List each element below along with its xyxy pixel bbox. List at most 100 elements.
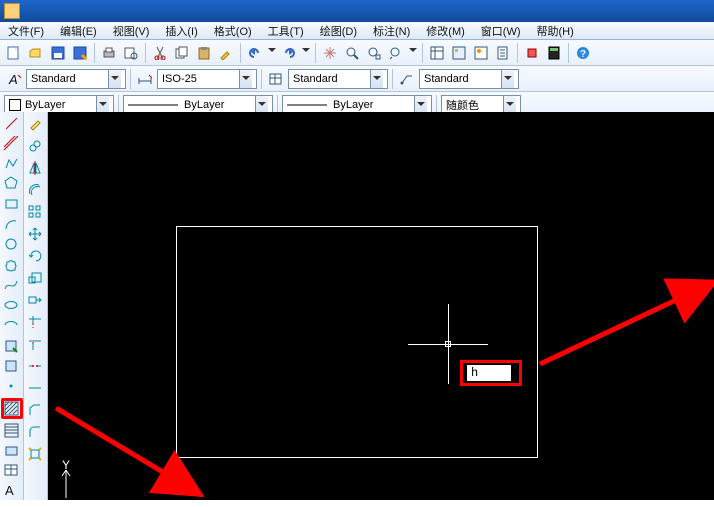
arc-tool[interactable] [2,215,22,233]
saveas-button[interactable] [70,43,90,63]
annotation-arrow-top [510,274,714,389]
makeblock-tool[interactable] [2,357,22,375]
designcenter-button[interactable] [449,43,469,63]
zoom-dropdown[interactable] [408,43,418,63]
print-button[interactable] [99,43,119,63]
chevron-down-icon [501,70,514,88]
dimstyle-dropdown[interactable]: ISO-25 [157,69,257,89]
trim-tool[interactable] [26,312,46,332]
toolpalette-button[interactable] [471,43,491,63]
menu-tools[interactable]: 工具(T) [260,23,312,39]
open-button[interactable] [26,43,46,63]
offset-tool[interactable] [26,180,46,200]
properties-button[interactable] [427,43,447,63]
copy-button[interactable] [172,43,192,63]
menu-window[interactable]: 窗口(W) [473,23,529,39]
dynamic-command-input[interactable] [467,365,511,381]
erase-tool[interactable] [26,114,46,134]
calculator-button[interactable] [544,43,564,63]
ellipse-tool[interactable] [2,297,22,315]
rectangle-tool[interactable] [2,195,22,213]
polyline-tool[interactable] [2,155,22,173]
drawn-rectangle [176,226,538,458]
copy-tool[interactable] [26,136,46,156]
paste-button[interactable] [194,43,214,63]
menu-draw[interactable]: 绘图(D) [312,23,365,39]
zoom-window-button[interactable] [364,43,384,63]
sheetset-button[interactable] [493,43,513,63]
menu-modify[interactable]: 修改(M) [418,23,473,39]
menu-edit[interactable]: 编辑(E) [52,23,105,39]
menu-bar[interactable]: 文件(F) 编辑(E) 视图(V) 插入(I) 格式(O) 工具(T) 绘图(D… [0,22,714,40]
cut-button[interactable] [150,43,170,63]
extend-tool[interactable] [26,334,46,354]
save-button[interactable] [48,43,68,63]
chevron-down-icon [108,70,121,88]
gradient-tool[interactable] [2,421,22,439]
mirror-tool[interactable] [26,158,46,178]
rotate-tool[interactable] [26,246,46,266]
mleaderstyle-dropdown[interactable]: Standard [419,69,519,89]
dimstyle-icon[interactable] [135,69,155,89]
polygon-tool[interactable] [2,175,22,193]
mtext-tool[interactable]: A [2,482,22,500]
ucs-icon [60,468,80,502]
print-preview-button[interactable] [121,43,141,63]
menu-insert[interactable]: 插入(I) [157,23,205,39]
plotstyle-value: 随颜色 [446,97,479,113]
svg-text:A: A [5,483,14,498]
undo-button[interactable] [245,43,265,63]
menu-view[interactable]: 视图(V) [105,23,158,39]
chevron-down-icon [370,70,383,88]
dimstyle-value: ISO-25 [162,73,197,85]
help-button[interactable]: ? [573,43,593,63]
menu-help[interactable]: 帮助(H) [529,23,582,39]
menu-file[interactable]: 文件(F) [0,23,52,39]
textstyle-dropdown[interactable]: Standard [26,69,126,89]
move-tool[interactable] [26,224,46,244]
mleaderstyle-icon[interactable] [397,69,417,89]
textstyle-value: Standard [31,73,76,85]
drawing-canvas[interactable]: Y [48,112,714,500]
tablestyle-value: Standard [293,73,338,85]
pickbox [445,341,451,347]
revcloud-tool[interactable] [2,256,22,274]
matchprop-button[interactable] [216,43,236,63]
lineweight-value: ByLayer [333,99,373,111]
xline-tool[interactable] [2,134,22,152]
break-tool[interactable] [26,356,46,376]
standard-toolbar: ? [0,40,714,66]
line-tool[interactable] [2,114,22,132]
insertblock-tool[interactable] [2,337,22,355]
menu-dimension[interactable]: 标注(N) [365,23,418,39]
textstyle-icon[interactable]: A [4,69,24,89]
array-tool[interactable] [26,202,46,222]
color-value: ByLayer [25,99,65,111]
spline-tool[interactable] [2,276,22,294]
marker-button[interactable] [522,43,542,63]
region-tool[interactable] [2,441,22,459]
scale-tool[interactable] [26,268,46,288]
menu-format[interactable]: 格式(O) [206,23,260,39]
ellipsearc-tool[interactable] [2,317,22,335]
chevron-down-icon [96,96,109,114]
hatch-tool[interactable] [1,398,23,419]
pan-button[interactable] [320,43,340,63]
undo-dropdown[interactable] [267,43,277,63]
chevron-down-icon [255,96,268,114]
redo-button[interactable] [279,43,299,63]
redo-dropdown[interactable] [301,43,311,63]
table-tool[interactable] [2,462,22,480]
tablestyle-icon[interactable] [266,69,286,89]
chevron-down-icon [239,70,252,88]
new-button[interactable] [4,43,24,63]
styles-toolbar: A Standard ISO-25 Standard Standard [0,66,714,92]
color-swatch [9,99,21,111]
stretch-tool[interactable] [26,290,46,310]
point-tool[interactable] [2,378,22,396]
circle-tool[interactable] [2,236,22,254]
zoom-previous-button[interactable] [386,43,406,63]
zoom-realtime-button[interactable] [342,43,362,63]
tablestyle-dropdown[interactable]: Standard [288,69,388,89]
chevron-down-icon [503,96,516,114]
